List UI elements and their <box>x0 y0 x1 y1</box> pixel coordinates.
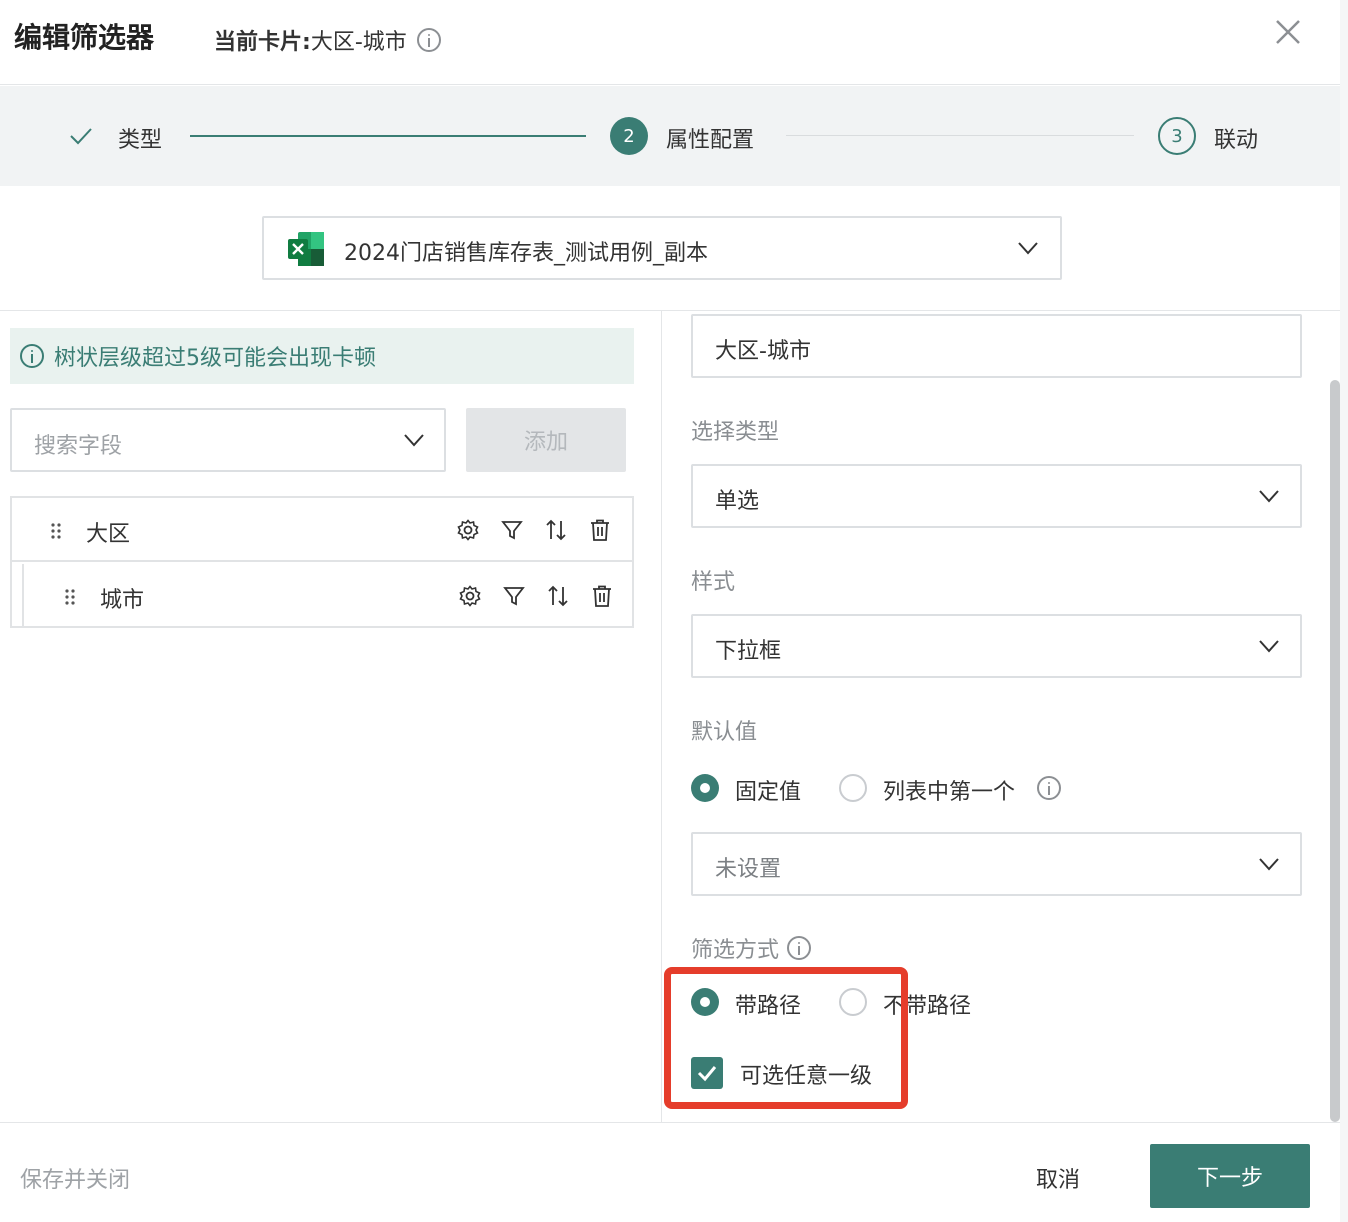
step-indicator: 类型 2 属性配置 3 联动 <box>0 86 1340 186</box>
datasource-select[interactable]: 2024门店销售库存表_测试用例_副本 <box>262 216 1062 280</box>
scrollbar[interactable] <box>1330 380 1340 1122</box>
default-label-text: 默认值 <box>691 720 758 745</box>
style-value: 下拉框 <box>715 639 782 664</box>
dialog-title: 编辑筛选器 <box>14 21 155 54</box>
info-icon[interactable] <box>787 936 812 960</box>
sort-icon[interactable] <box>544 518 568 542</box>
info-icon[interactable] <box>1037 776 1061 800</box>
step-type-label[interactable]: 类型 <box>118 122 162 154</box>
excel-icon <box>288 232 324 266</box>
dialog-header: 编辑筛选器 当前卡片:大区-城市 <box>0 0 1340 85</box>
style-label-text: 样式 <box>691 570 736 595</box>
delete-icon[interactable] <box>588 518 612 542</box>
search-placeholder: 搜索字段 <box>34 434 123 459</box>
step-number-badge: 2 <box>610 117 648 155</box>
footer-divider <box>0 1122 1340 1123</box>
select-type-value: 单选 <box>715 489 760 514</box>
card-name: 大区-城市 <box>310 30 407 55</box>
chevron-down-icon <box>1259 490 1279 503</box>
step-connector <box>190 135 586 137</box>
select-type-dropdown[interactable]: 单选 <box>691 464 1302 528</box>
radio-fixed-value-label[interactable]: 固定值 <box>735 774 801 806</box>
filter-mode-label-text: 筛选方式 <box>691 938 780 963</box>
drag-handle-icon[interactable] <box>50 522 62 540</box>
filter-name-input[interactable]: 大区-城市 <box>691 314 1302 378</box>
style-label: 样式 <box>691 564 735 596</box>
search-field-select[interactable]: 搜索字段 <box>10 408 446 472</box>
drag-handle-icon[interactable] <box>64 588 76 606</box>
notice-text: 树状层级超过5级可能会出现卡顿 <box>54 346 376 371</box>
check-icon <box>70 128 92 145</box>
chevron-down-icon <box>1259 640 1279 653</box>
step-connector <box>786 135 1134 136</box>
filter-mode-label: 筛选方式 <box>691 932 812 964</box>
datasource-name: 2024门店销售库存表_测试用例_副本 <box>344 241 708 266</box>
step-number-badge: 3 <box>1158 117 1196 155</box>
tree-row[interactable]: 大区 <box>12 498 632 562</box>
filter-icon[interactable] <box>500 518 524 542</box>
current-card-label: 当前卡片:大区-城市 <box>214 24 441 56</box>
delete-icon[interactable] <box>590 584 614 608</box>
select-type-label-text: 选择类型 <box>691 420 780 445</box>
filter-name-value: 大区-城市 <box>715 339 811 364</box>
cancel-button[interactable]: 取消 <box>1036 1162 1080 1194</box>
default-value-label: 默认值 <box>691 714 757 746</box>
close-icon[interactable] <box>1272 16 1304 48</box>
field-tree: 大区 城市 <box>10 496 634 628</box>
default-value-dropdown[interactable]: 未设置 <box>691 832 1302 896</box>
window-edge <box>1340 0 1348 1222</box>
chevron-down-icon <box>1259 858 1279 871</box>
add-button[interactable]: 添加 <box>466 408 626 472</box>
step-link-label[interactable]: 联动 <box>1214 122 1258 154</box>
tree-level-notice: 树状层级超过5级可能会出现卡顿 <box>10 328 634 384</box>
panel-divider <box>661 311 662 1123</box>
radio-first-in-list-label[interactable]: 列表中第一个 <box>883 774 1015 806</box>
card-prefix: 当前卡片: <box>214 30 311 55</box>
tree-row[interactable]: 城市 <box>22 564 632 628</box>
next-step-button[interactable]: 下一步 <box>1150 1144 1310 1208</box>
divider <box>0 310 1340 311</box>
tree-item-label: 城市 <box>100 588 145 613</box>
chevron-down-icon <box>404 434 424 447</box>
radio-fixed-value[interactable] <box>691 774 719 802</box>
settings-icon[interactable] <box>458 584 482 608</box>
radio-first-in-list[interactable] <box>839 774 867 802</box>
default-value-placeholder: 未设置 <box>715 857 782 882</box>
info-icon <box>20 344 44 368</box>
filter-icon[interactable] <box>502 584 526 608</box>
highlight-annotation <box>664 967 908 1109</box>
sort-icon[interactable] <box>546 584 570 608</box>
info-icon[interactable] <box>416 28 441 52</box>
chevron-down-icon <box>1018 242 1038 255</box>
settings-icon[interactable] <box>456 518 480 542</box>
step-config-label[interactable]: 属性配置 <box>666 122 754 154</box>
tree-item-label: 大区 <box>86 522 131 547</box>
style-dropdown[interactable]: 下拉框 <box>691 614 1302 678</box>
save-and-close-button[interactable]: 保存并关闭 <box>20 1162 130 1194</box>
select-type-label: 选择类型 <box>691 414 779 446</box>
